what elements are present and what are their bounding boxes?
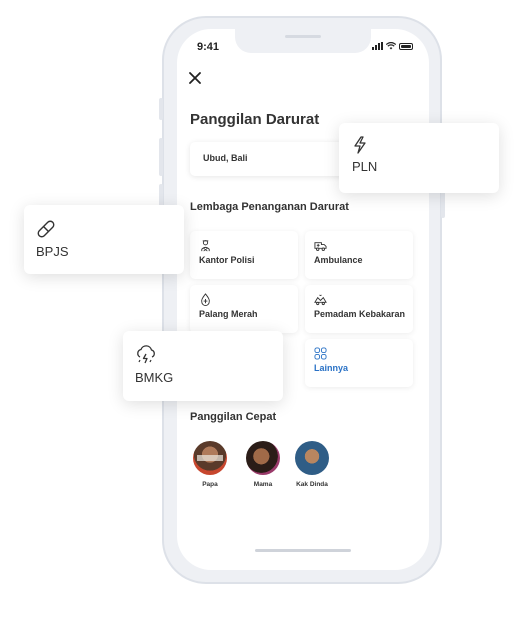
wifi-icon bbox=[386, 42, 396, 50]
quick-calls-heading: Panggilan Cepat bbox=[190, 411, 277, 423]
floating-card-label: PLN bbox=[352, 159, 378, 174]
agency-label: Lainnya bbox=[314, 363, 349, 373]
status-time: 9:41 bbox=[197, 41, 220, 53]
agency-card-ambulance[interactable]: Ambulance bbox=[305, 231, 413, 279]
avatar bbox=[295, 441, 329, 475]
floating-card-label: BMKG bbox=[135, 370, 174, 385]
contact-name: Mama bbox=[253, 481, 273, 488]
contact-papa[interactable]: Papa bbox=[185, 441, 235, 488]
red-cross-icon bbox=[201, 293, 210, 306]
contact-mama[interactable]: Mama bbox=[238, 441, 288, 488]
agency-card-more[interactable]: Lainnya bbox=[305, 339, 413, 387]
grid-icon bbox=[314, 347, 327, 360]
status-icons bbox=[372, 42, 413, 50]
floating-card-bpjs[interactable]: BPJS bbox=[24, 205, 184, 274]
phone-screen: 9:41 Panggilan Darurat Ubud, Bali Lembag… bbox=[177, 29, 429, 570]
agency-label: Ambulance bbox=[314, 255, 363, 265]
location-field[interactable]: Ubud, Bali bbox=[190, 142, 360, 176]
floating-card-label: BPJS bbox=[36, 244, 69, 259]
home-indicator bbox=[255, 549, 351, 552]
pill-icon bbox=[37, 220, 55, 238]
contact-name: Kak Dinda bbox=[296, 481, 328, 488]
floating-card-pln[interactable]: PLN bbox=[339, 123, 499, 193]
location-value: Ubud, Bali bbox=[203, 153, 248, 163]
avatar bbox=[193, 441, 227, 475]
agency-label: Kantor Polisi bbox=[199, 255, 255, 265]
agencies-heading: Lembaga Penanganan Darurat bbox=[190, 201, 349, 213]
lightning-icon bbox=[354, 136, 366, 154]
battery-icon bbox=[399, 42, 413, 50]
contact-name: Papa bbox=[202, 481, 218, 488]
page-title: Panggilan Darurat bbox=[190, 111, 320, 128]
close-button[interactable] bbox=[189, 69, 201, 87]
agency-card-fire-department[interactable]: Pemadam Kebakaran bbox=[305, 285, 413, 333]
storm-cloud-icon bbox=[137, 345, 155, 364]
fire-truck-icon bbox=[314, 294, 327, 306]
signal-icon bbox=[372, 42, 383, 50]
notch bbox=[235, 29, 371, 53]
agency-label: Palang Merah bbox=[199, 309, 258, 319]
police-icon bbox=[201, 240, 210, 252]
avatar bbox=[246, 441, 280, 475]
speaker bbox=[285, 35, 321, 38]
agency-card-police[interactable]: Kantor Polisi bbox=[190, 231, 298, 279]
close-icon bbox=[189, 72, 201, 84]
phone-volume-up-button bbox=[159, 138, 163, 176]
contact-kak-dinda[interactable]: Kak Dinda bbox=[287, 441, 337, 488]
agency-label: Pemadam Kebakaran bbox=[314, 309, 406, 319]
ambulance-icon bbox=[314, 242, 327, 251]
floating-card-bmkg[interactable]: BMKG bbox=[123, 331, 283, 401]
phone-side-button bbox=[159, 98, 163, 120]
agency-card-red-cross[interactable]: Palang Merah bbox=[190, 285, 298, 333]
